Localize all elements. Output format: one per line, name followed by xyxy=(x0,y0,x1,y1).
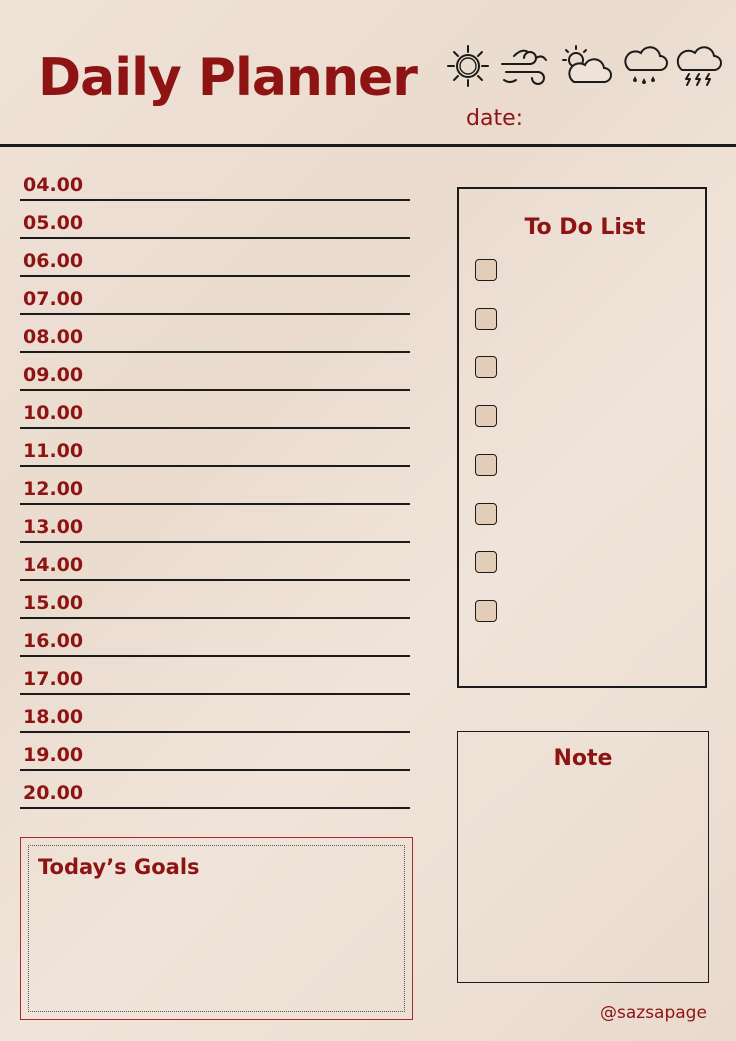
hour-label: 11.00 xyxy=(23,440,84,462)
hour-line xyxy=(20,351,410,353)
todo-checkbox[interactable] xyxy=(475,307,497,330)
schedule-row[interactable]: 07.00 xyxy=(20,288,412,326)
goals-box[interactable]: Today’s Goals xyxy=(20,837,413,1020)
schedule-row[interactable]: 08.00 xyxy=(20,326,412,364)
storm-cloud-icon[interactable] xyxy=(674,44,722,88)
schedule-row[interactable]: 15.00 xyxy=(20,592,412,630)
hour-label: 06.00 xyxy=(23,250,84,272)
todo-checkbox[interactable] xyxy=(475,551,497,574)
todo-checkbox[interactable] xyxy=(475,405,497,428)
hour-line xyxy=(20,237,410,239)
schedule-row[interactable]: 12.00 xyxy=(20,478,412,516)
schedule-row[interactable]: 19.00 xyxy=(20,744,412,782)
hour-label: 09.00 xyxy=(23,364,84,386)
todo-checkbox[interactable] xyxy=(475,502,497,525)
hour-label: 16.00 xyxy=(23,630,84,652)
hour-label: 20.00 xyxy=(23,782,84,804)
note-title: Note xyxy=(553,746,613,771)
todo-checkbox[interactable] xyxy=(475,259,497,281)
hour-line xyxy=(20,503,410,505)
schedule-row[interactable]: 11.00 xyxy=(20,440,412,478)
partly-cloudy-icon[interactable] xyxy=(560,44,612,88)
hour-line xyxy=(20,807,410,809)
schedule-row[interactable]: 16.00 xyxy=(20,630,412,668)
hour-label: 18.00 xyxy=(23,706,84,728)
schedule-row[interactable]: 17.00 xyxy=(20,668,412,706)
hour-line xyxy=(20,389,410,391)
todo-title: To Do List xyxy=(524,215,646,240)
todo-checkbox[interactable] xyxy=(475,453,497,476)
hour-label: 10.00 xyxy=(23,402,84,424)
schedule-row[interactable]: 05.00 xyxy=(20,212,412,250)
hour-line xyxy=(20,465,410,467)
hour-label: 05.00 xyxy=(23,212,84,234)
hour-line xyxy=(20,427,410,429)
author-handle: @sazsapage xyxy=(600,1003,707,1023)
weather-icons xyxy=(444,44,726,92)
hour-label: 08.00 xyxy=(23,326,84,348)
schedule-row[interactable]: 09.00 xyxy=(20,364,412,402)
hour-line xyxy=(20,579,410,581)
hour-line xyxy=(20,731,410,733)
schedule-row[interactable]: 04.00 xyxy=(20,174,412,212)
hour-line xyxy=(20,617,410,619)
hour-line xyxy=(20,769,410,771)
todo-checkbox[interactable] xyxy=(475,599,497,622)
hour-line xyxy=(20,541,410,543)
todo-list: To Do List xyxy=(457,187,707,688)
note-box[interactable]: Note xyxy=(457,731,709,983)
page-title: Daily Planner xyxy=(38,48,418,108)
hour-label: 07.00 xyxy=(23,288,84,310)
date-label: date: xyxy=(466,106,524,131)
hour-label: 14.00 xyxy=(23,554,84,576)
hour-line xyxy=(20,693,410,695)
hour-label: 13.00 xyxy=(23,516,84,538)
hour-line xyxy=(20,275,410,277)
hour-label: 17.00 xyxy=(23,668,84,690)
schedule-row[interactable]: 14.00 xyxy=(20,554,412,592)
hour-line xyxy=(20,655,410,657)
sun-icon[interactable] xyxy=(446,44,490,88)
header-divider xyxy=(0,144,736,147)
hour-label: 04.00 xyxy=(23,174,84,196)
goals-title: Today’s Goals xyxy=(38,855,200,879)
schedule-row[interactable]: 13.00 xyxy=(20,516,412,554)
rain-cloud-icon[interactable] xyxy=(622,44,668,88)
schedule-row[interactable]: 20.00 xyxy=(20,782,412,820)
todo-checkbox[interactable] xyxy=(475,356,497,379)
schedule-row[interactable]: 18.00 xyxy=(20,706,412,744)
hour-label: 12.00 xyxy=(23,478,84,500)
windy-icon[interactable] xyxy=(500,44,550,88)
hour-label: 19.00 xyxy=(23,744,84,766)
hour-line xyxy=(20,313,410,315)
planner-page: Daily Planner date: 04.00 05.00 06.00 07… xyxy=(0,0,736,1041)
hour-label: 15.00 xyxy=(23,592,84,614)
schedule-row[interactable]: 06.00 xyxy=(20,250,412,288)
hour-line xyxy=(20,199,410,201)
schedule-row[interactable]: 10.00 xyxy=(20,402,412,440)
